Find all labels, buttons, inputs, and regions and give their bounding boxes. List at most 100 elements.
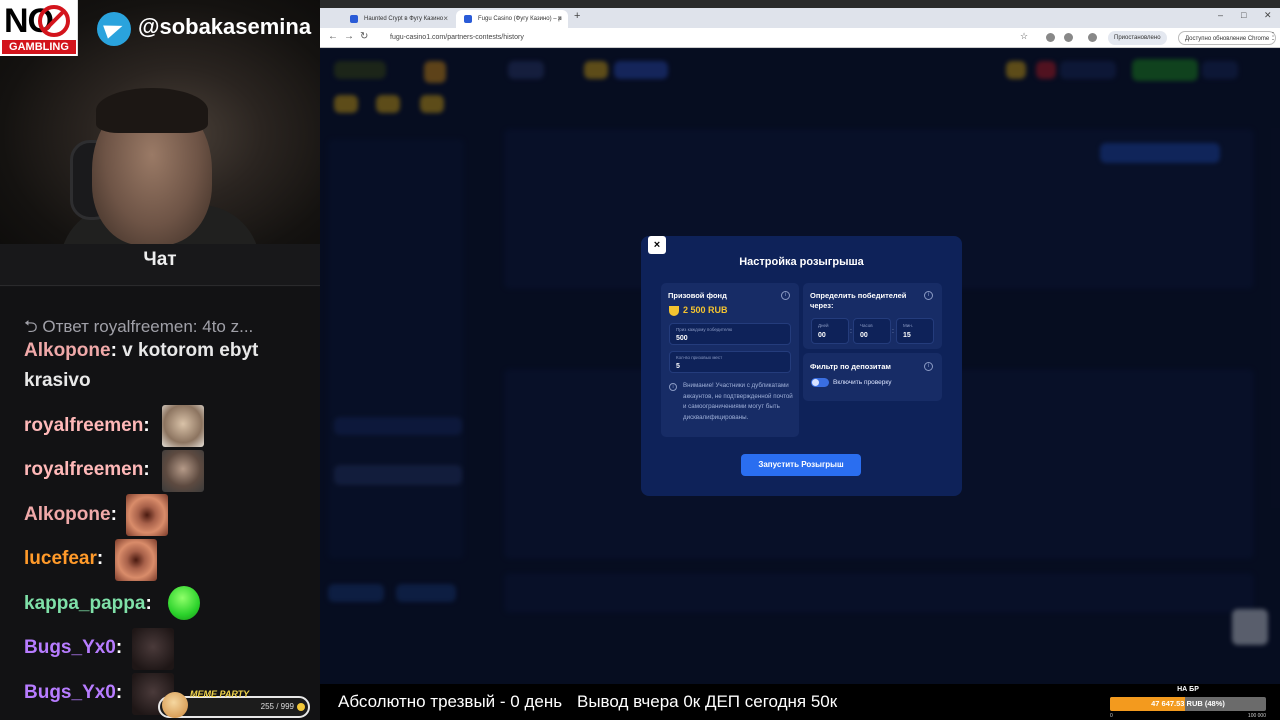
meme-party-label: MEME PARTY [190,689,250,699]
chat-username: Bugs_Yx0 [24,637,116,658]
emote-dark [132,628,174,670]
time-separator: : [850,328,852,335]
chat-panel: ⮌ Ответ royalfreemen: 4to z... Alkopone:… [0,287,320,720]
info-icon[interactable]: i [781,291,790,300]
deposit-check-label: Включить проверку [833,379,892,386]
chat-colon: : [110,340,123,361]
chat-message: Bugs_Yx0: [24,633,122,663]
chat-username: Bugs_Yx0 [24,682,116,703]
info-icon[interactable]: i [924,291,933,300]
profile-paused-pill[interactable]: Приостановлено [1108,31,1167,45]
sober-counter-text: Абсолютно трезвый - 0 день [338,692,563,711]
chat-colon: : [143,459,150,480]
goal-widget: НА БР 47 647.53 RUB (48%) 0 100 000 [1106,686,1270,720]
favicon [464,15,472,23]
modal-title: Настройка розыгрыша [739,256,864,268]
tab-haunted-crypt[interactable]: Haunted Crypt в Фугу Казино × [342,10,454,28]
bookmark-star-icon[interactable]: ☆ [1020,31,1028,42]
stream-overlay-left: NO GAMBLING @sobakasemina Чат ⮌ Ответ ro… [0,0,320,720]
minutes-value: 15 [903,332,911,339]
chat-username: royalfreemen [24,459,144,480]
telegram-icon [97,12,131,46]
prize-places-label: Кол-во призовых мест [676,355,723,360]
prize-places-value: 5 [676,363,680,370]
back-icon[interactable]: ← [328,31,338,42]
prize-fund-card: Призовой фонд i 2 500 RUB Приз каждому п… [661,283,799,437]
reply-text: Ответ royalfreemen: 4to z... [42,317,254,336]
prize-fund-label: Призовой фонд [668,291,727,300]
minutes-field[interactable]: Мин. 15 [896,318,934,344]
chat-message: kappa_pappa: [24,589,152,619]
deposit-filter-card: Фильтр по депозитам i [803,353,942,401]
close-window-button[interactable]: ✕ [1264,10,1272,21]
tab-strip: Haunted Crypt в Фугу Казино × Fugu Casin… [320,8,1280,28]
extension-icon[interactable] [1046,33,1055,42]
chat-colon: : [145,593,152,614]
address-bar-row: ← → ↻ fugu-casino1.com/partners-contests… [320,28,1280,48]
channel-handle: @sobakasemina [138,14,312,39]
modal-close-button[interactable]: × [648,236,666,254]
info-icon[interactable]: i [924,362,933,371]
goal-title: НА БР [1177,686,1199,693]
forward-icon[interactable]: → [344,31,354,42]
stream-frame: NO GAMBLING @sobakasemina Чат ⮌ Ответ ro… [0,0,1280,720]
maximize-button[interactable]: □ [1241,10,1246,20]
reload-icon[interactable]: ↻ [360,31,368,42]
withdraw-deposit-text: Вывод вчера 0к ДЕП сегодня 50к [577,692,838,711]
menu-kebab-icon[interactable]: ⋮ [1268,31,1278,42]
warning-icon: i [669,383,677,391]
prize-fund-value: 2 500 RUB [683,305,728,315]
chrome-update-pill[interactable]: Доступно обновление Chrome [1178,31,1277,45]
close-tab-icon[interactable]: × [443,10,448,28]
days-field[interactable]: Дней 00 [811,318,849,344]
goal-min: 0 [1110,713,1113,719]
close-tab-icon[interactable]: × [557,10,562,28]
chat-text: v kotorom ebyt [122,340,259,361]
chat-message: krasivo [24,366,91,396]
url-field[interactable]: fugu-casino1.com/partners-contests/histo… [380,31,1040,45]
chat-title: Чат [0,244,320,286]
meme-party-widget: MEME PARTY 255 / 999 [158,689,310,718]
chat-colon: : [115,682,123,703]
hours-value: 00 [860,332,868,339]
per-winner-field[interactable]: Приз каждому победителю 500 [669,323,791,345]
warning-text: Внимание! Участники с дубликатами аккаун… [683,382,793,421]
badge-small-text: GAMBLING [2,40,76,54]
time-separator: : [892,328,894,335]
chat-username: lucefear [24,548,97,569]
days-label: Дней [818,323,829,328]
meme-party-count: 255 / 999 [260,702,294,711]
chat-message: lucefear: [24,544,103,574]
window-top-edge [320,0,1280,8]
chat-username: royalfreemen [24,415,144,436]
sidebar-icon[interactable] [1088,33,1097,42]
chat-colon: : [110,504,117,525]
favicon [350,15,358,23]
chat-colon: : [115,637,123,658]
extensions-puzzle-icon[interactable] [1064,33,1073,42]
prize-places-field[interactable]: Кол-во призовых мест 5 [669,351,791,373]
chat-message: royalfreemen: [24,455,150,485]
chat-message: Alkopone: [24,500,117,530]
minutes-label: Мин. [903,323,913,328]
chat-colon: : [96,548,104,569]
deposit-check-toggle[interactable] [811,378,829,387]
emote-laugh [115,539,157,581]
goal-progress-bar: 47 647.53 RUB (48%) [1110,697,1266,711]
determine-winners-label: Определить победителей через: [810,291,907,310]
hours-field[interactable]: Часов 00 [853,318,891,344]
launch-raffle-button[interactable]: Запустить Розыгрыш [741,454,861,476]
new-tab-button[interactable]: + [574,10,580,22]
deposit-filter-label: Фильтр по депозитам [810,362,891,371]
reply-icon: ⮌ [24,317,43,336]
raffle-settings-modal: Настройка розыгрыша Призовой фонд i 2 50… [641,236,962,496]
minimize-button[interactable]: – [1218,10,1223,20]
per-winner-label: Приз каждому победителю [676,327,733,332]
emote-green-smile [168,586,200,620]
goal-max: 100 000 [1247,713,1266,719]
no-gambling-badge: NO GAMBLING [0,0,78,56]
chat-message: Alkopone: v kotorom ebyt [24,336,258,366]
tab-fugu-casino[interactable]: Fugu Casino (Фугу Казино) – p × [456,10,568,28]
chat-message: royalfreemen: [24,411,150,441]
tab-title: Haunted Crypt в Фугу Казино [364,16,444,22]
